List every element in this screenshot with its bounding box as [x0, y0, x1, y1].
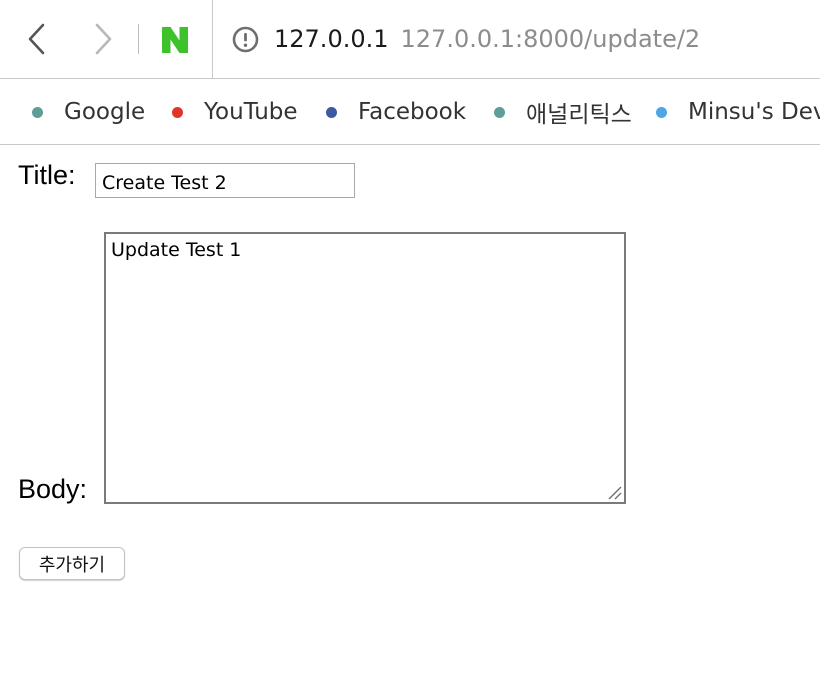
address-url: 127.0.0.1:8000/update/2: [400, 25, 701, 53]
bookmark-minsus-dev[interactable]: Minsu's Dev: [656, 80, 820, 144]
chevron-right-icon: [95, 23, 112, 55]
bookmark-facebook[interactable]: Facebook: [326, 80, 466, 144]
submit-button[interactable]: 추가하기: [19, 547, 125, 580]
body-label: Body:: [18, 474, 88, 504]
info-circle-icon[interactable]: [232, 26, 259, 53]
bookmark-dot-icon: [326, 106, 337, 118]
back-button[interactable]: [24, 22, 50, 56]
naver-logo-icon[interactable]: [160, 25, 190, 55]
address-bar[interactable]: 127.0.0.1 127.0.0.1:8000/update/2: [274, 22, 700, 56]
bookmark-dot-icon: [494, 106, 505, 118]
browser-toolbar: 127.0.0.1 127.0.0.1:8000/update/2: [0, 0, 820, 79]
bookmark-label: Facebook: [358, 99, 467, 125]
bookmark-label: YouTube: [204, 99, 298, 125]
toolbar-divider: [138, 24, 139, 54]
bookmarks-bar: Google YouTube Facebook 애널리틱스 Minsu's De…: [0, 80, 820, 145]
bookmark-google[interactable]: Google: [32, 80, 145, 144]
body-textarea[interactable]: Update Test 1: [104, 232, 626, 504]
bookmark-label: Minsu's Dev: [688, 99, 820, 125]
address-bar-separator: [212, 0, 213, 79]
title-input[interactable]: [95, 163, 355, 198]
bookmark-dot-icon: [172, 106, 183, 118]
chevron-left-icon: [28, 23, 45, 55]
title-label: Title:: [18, 160, 76, 190]
bookmark-label: 애널리틱스: [526, 102, 632, 128]
bookmark-dot-icon: [656, 106, 667, 118]
address-host: 127.0.0.1: [274, 25, 389, 53]
bookmark-analytics[interactable]: 애널리틱스: [494, 80, 632, 144]
bookmark-dot-icon: [32, 106, 43, 118]
bookmark-label: Google: [64, 99, 146, 125]
forward-button[interactable]: [90, 22, 116, 56]
bookmark-youtube[interactable]: YouTube: [172, 80, 298, 144]
